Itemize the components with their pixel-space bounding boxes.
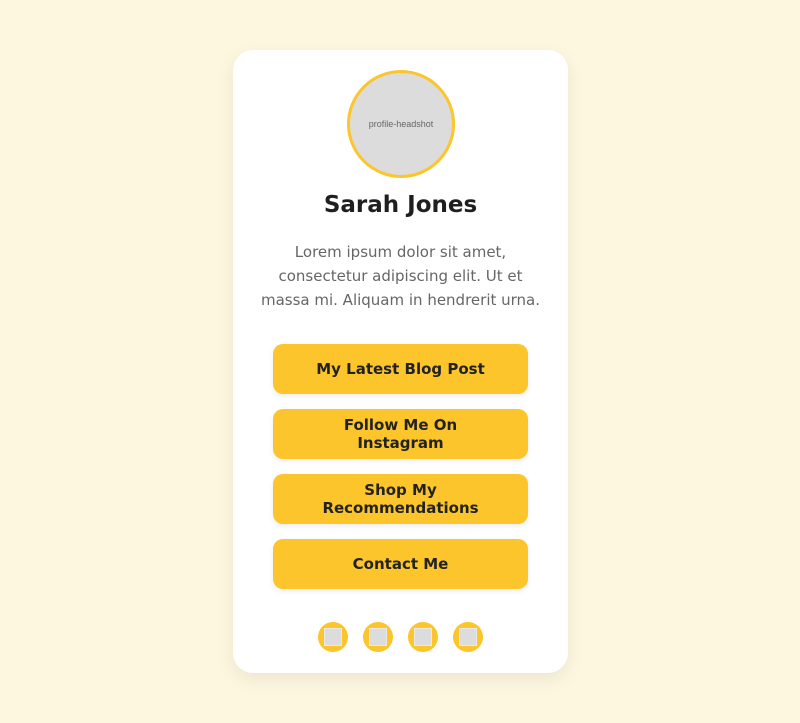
blog-post-button[interactable]: My Latest Blog Post (273, 344, 528, 394)
profile-name: Sarah Jones (323, 192, 478, 218)
social-link-4[interactable] (453, 622, 483, 652)
profile-bio: Lorem ipsum dolor sit amet, consectetur … (260, 243, 541, 309)
social-link-2[interactable] (363, 622, 393, 652)
social-2-icon (369, 628, 387, 646)
profile-card: profile-headshot Sarah Jones Lorem ipsum… (233, 50, 568, 673)
link-list: My Latest Blog Post Follow Me On Instagr… (273, 344, 528, 604)
shop-recommendations-button[interactable]: Shop My Recommendations (273, 474, 528, 524)
social-4-icon (459, 628, 477, 646)
social-1-icon (324, 628, 342, 646)
social-links (233, 622, 568, 652)
contact-button[interactable]: Contact Me (273, 539, 528, 589)
avatar-alt-text: profile-headshot (368, 119, 434, 129)
profile-headshot-image: profile-headshot (347, 70, 455, 178)
social-link-3[interactable] (408, 622, 438, 652)
social-3-icon (414, 628, 432, 646)
social-link-1[interactable] (318, 622, 348, 652)
instagram-button[interactable]: Follow Me On Instagram (273, 409, 528, 459)
